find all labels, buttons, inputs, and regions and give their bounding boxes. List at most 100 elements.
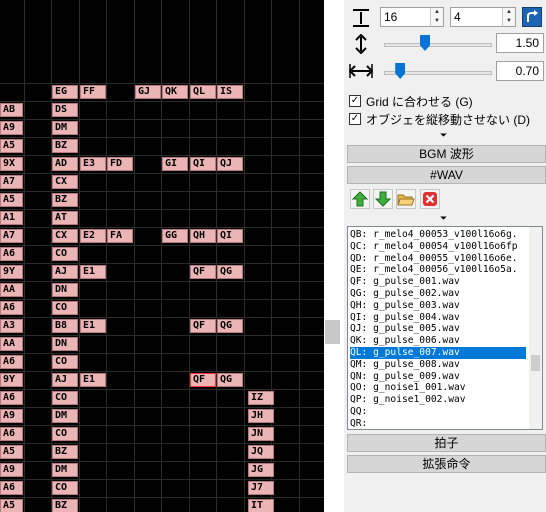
grid-snap-checkbox[interactable]: ✓ (349, 95, 361, 107)
note-object[interactable]: A6 (0, 481, 23, 495)
note-object[interactable]: GJ (135, 85, 161, 99)
note-object[interactable]: JG (248, 463, 274, 477)
note-object[interactable]: AT (52, 211, 78, 225)
wav-list-item[interactable]: QC: r_melo4_00054_v100l16o6fp (350, 241, 526, 253)
grid-subdivision-spin-buttons[interactable]: ▲ ▼ (502, 8, 515, 26)
wav-list[interactable]: QB: r_melo4_00053_v100l16o6g. QC: r_melo4… (347, 226, 543, 430)
note-object[interactable]: JH (248, 409, 274, 423)
note-object[interactable]: JN (248, 427, 274, 441)
note-object[interactable]: IT (248, 499, 274, 512)
wav-list-item[interactable]: QJ: g_pulse_005.wav (350, 323, 526, 335)
note-object[interactable]: BZ (52, 139, 78, 153)
note-object[interactable]: FA (107, 229, 133, 243)
note-object[interactable]: J7 (248, 481, 274, 495)
wav-list-item[interactable]: QI: g_pulse_004.wav (350, 312, 526, 324)
wav-list-item[interactable]: QG: g_pulse_002.wav (350, 288, 526, 300)
note-object[interactable]: A9 (0, 409, 23, 423)
note-object[interactable]: A9 (0, 463, 23, 477)
note-object[interactable]: CO (52, 301, 78, 315)
extended-commands-header[interactable]: 拡張命令 (347, 455, 546, 473)
note-object[interactable]: A1 (0, 211, 23, 225)
note-object[interactable]: CX (52, 229, 78, 243)
vertical-zoom-slider-thumb[interactable] (420, 35, 431, 51)
note-object[interactable]: IS (217, 85, 243, 99)
grid-snap-label[interactable]: Grid に合わせる (G) (366, 93, 473, 110)
note-object[interactable]: E1 (80, 373, 106, 387)
note-object[interactable]: QI (217, 229, 243, 243)
open-file-button[interactable] (396, 189, 416, 209)
beat-header[interactable]: 拍子 (347, 434, 546, 452)
note-object[interactable]: A6 (0, 391, 23, 405)
note-object[interactable]: BZ (52, 193, 78, 207)
editor-grid[interactable]: EG FF GJ QK QL IS AB DS A9 DM A5 BZ 9X AD E3 FD GI QI QJ A7… (0, 0, 324, 512)
grid-division-spin-buttons[interactable]: ▲ ▼ (430, 8, 443, 26)
note-object[interactable]: A5 (0, 193, 23, 207)
note-object[interactable]: A7 (0, 175, 23, 189)
note-object[interactable]: QF (190, 265, 216, 279)
note-object[interactable]: E1 (80, 265, 106, 279)
delete-button[interactable] (420, 189, 440, 209)
wav-list-item[interactable]: QH: g_pulse_003.wav (350, 300, 526, 312)
note-object[interactable]: A6 (0, 301, 23, 315)
note-object[interactable]: CO (52, 391, 78, 405)
note-object[interactable]: DM (52, 463, 78, 477)
note-object[interactable]: QG (217, 319, 243, 333)
bgm-waveform-header[interactable]: BGM 波形 (347, 145, 546, 163)
note-object[interactable]: 9Y (0, 265, 23, 279)
vertical-zoom-slider-track[interactable] (384, 43, 492, 47)
note-object[interactable]: BZ (52, 499, 78, 512)
note-object[interactable]: A6 (0, 355, 23, 369)
note-object[interactable]: AJ (52, 265, 78, 279)
note-object[interactable]: CO (52, 481, 78, 495)
wav-list-scrollbar-thumb[interactable] (531, 355, 540, 371)
note-object[interactable]: E1 (80, 319, 106, 333)
note-object[interactable]: A3 (0, 319, 23, 333)
note-object[interactable]: CO (52, 427, 78, 441)
note-object[interactable]: EG (52, 85, 78, 99)
note-object[interactable]: QH (190, 229, 216, 243)
no-vertical-move-checkbox[interactable]: ✓ (349, 113, 361, 125)
note-object[interactable]: CO (52, 247, 78, 261)
note-object[interactable]: 9X (0, 157, 23, 171)
horizontal-zoom-slider-thumb[interactable] (395, 63, 406, 79)
wav-list-item[interactable]: QM: g_pulse_008.wav (350, 359, 526, 371)
note-object[interactable]: BZ (52, 445, 78, 459)
wav-list-item[interactable]: QR: (350, 418, 526, 429)
wav-list-item[interactable]: QN: g_pulse_009.wav (350, 371, 526, 383)
note-object[interactable]: DM (52, 409, 78, 423)
note-object[interactable]: CO (52, 355, 78, 369)
note-object[interactable]: GI (162, 157, 188, 171)
wav-list-item[interactable]: QD: r_melo4_00055_v100l16o6e. (350, 253, 526, 265)
note-object[interactable]: AA (0, 283, 23, 297)
note-object[interactable]: A6 (0, 427, 23, 441)
wav-list-scrollbar[interactable] (529, 227, 542, 429)
note-object[interactable]: A5 (0, 445, 23, 459)
note-object[interactable]: DS (52, 103, 78, 117)
wav-list-item[interactable]: QQ: (350, 406, 526, 418)
note-object[interactable]: E3 (80, 157, 106, 171)
note-object[interactable]: A5 (0, 139, 23, 153)
note-object[interactable]: A6 (0, 247, 23, 261)
note-object[interactable]: A5 (0, 499, 23, 512)
note-object[interactable]: A9 (0, 121, 23, 135)
note-object[interactable]: A7 (0, 229, 23, 243)
collapse-chevron-icon[interactable]: ⏷ (440, 130, 447, 141)
editor-scrollbar[interactable] (324, 0, 344, 512)
wav-list-item[interactable]: QL: g_pulse_007.wav (350, 347, 526, 359)
note-object[interactable]: B8 (52, 319, 78, 333)
wav-list-item[interactable]: QO: g_noise1_001.wav (350, 382, 526, 394)
note-object[interactable]: QJ (217, 157, 243, 171)
wav-list-item[interactable]: QF: g_pulse_001.wav (350, 276, 526, 288)
vertical-zoom-value-box[interactable]: 1.50 (496, 33, 544, 53)
note-object[interactable]: QK (162, 85, 188, 99)
note-object[interactable]: FD (107, 157, 133, 171)
note-object[interactable]: JQ (248, 445, 274, 459)
note-object[interactable]: IZ (248, 391, 274, 405)
editor-scrollbar-thumb[interactable] (325, 320, 340, 344)
wav-list-item[interactable]: QE: r_melo4_00056_v100l16o5a. (350, 264, 526, 276)
note-object[interactable]: 9Y (0, 373, 23, 387)
note-object[interactable]: QG (217, 265, 243, 279)
note-object[interactable]: AJ (52, 373, 78, 387)
note-object[interactable]: DM (52, 121, 78, 135)
note-object[interactable]: DN (52, 283, 78, 297)
